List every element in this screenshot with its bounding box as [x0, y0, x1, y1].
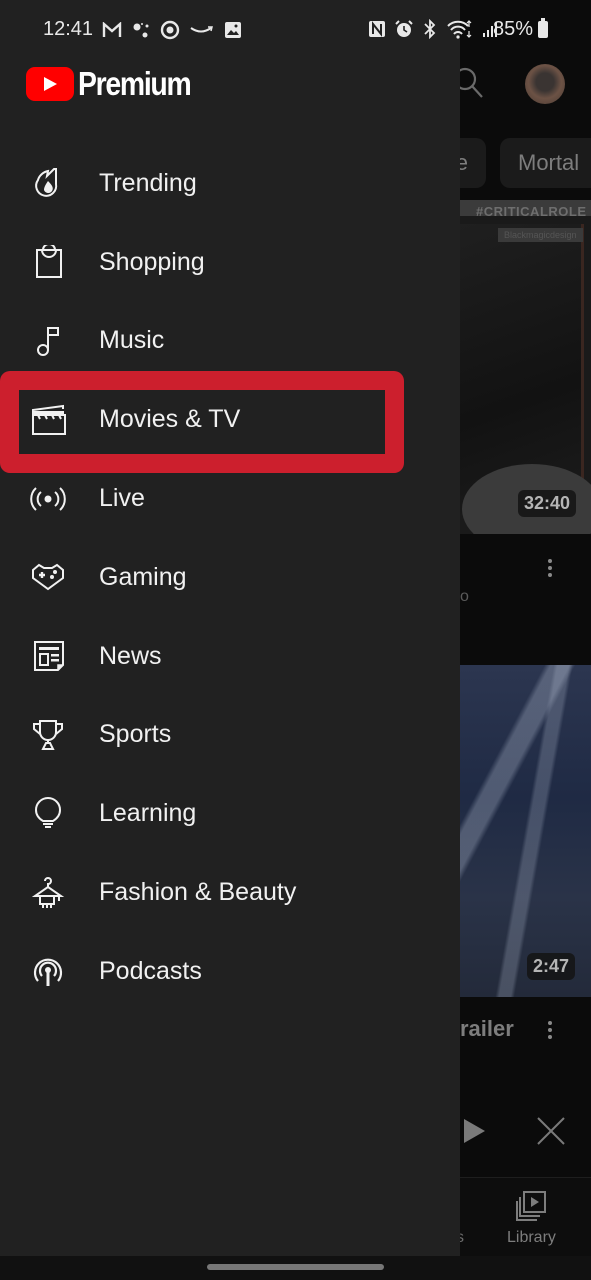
menu-item-shopping[interactable]: Shopping [0, 223, 460, 302]
shopping-bag-icon [30, 245, 66, 279]
menu-item-label: Learning [99, 799, 197, 828]
menu-item-label: News [99, 641, 162, 670]
trending-icon [30, 166, 66, 200]
music-note-icon [30, 324, 66, 358]
nfc-icon [369, 21, 385, 37]
menu-item-label: Movies & TV [99, 405, 241, 434]
gallery-icon [225, 22, 241, 38]
menu-item-label: Trending [99, 168, 197, 197]
bluetooth-icon [424, 19, 436, 39]
youtube-premium-logo[interactable]: Premium [26, 65, 209, 103]
dots-icon [133, 23, 149, 38]
menu-item-learning[interactable]: Learning [0, 774, 460, 853]
more-options-icon[interactable] [548, 559, 552, 580]
gamepad-icon [30, 560, 66, 594]
video-thumbnail[interactable]: #CRITICALROLE Blackmagicdesign [440, 200, 591, 534]
menu-item-news[interactable]: News [0, 617, 460, 696]
lightbulb-icon [30, 796, 66, 831]
bottom-nav: s Library [440, 1177, 591, 1256]
menu-item-movies-tv[interactable]: Movies & TV [0, 380, 460, 459]
mini-player[interactable] [440, 1080, 591, 1175]
nav-item-library[interactable]: Library [507, 1229, 556, 1247]
menu-item-live[interactable]: Live [0, 459, 460, 538]
sponsor-text: Blackmagicdesign [498, 228, 583, 242]
battery-icon [538, 18, 548, 38]
home-gesture-handle[interactable] [207, 1264, 384, 1270]
menu-item-label: Sports [99, 720, 172, 749]
amazon-icon [190, 26, 213, 33]
filter-chip-mortal[interactable]: Mortal [500, 138, 591, 188]
menu-item-gaming[interactable]: Gaming [0, 538, 460, 617]
more-options-icon[interactable] [548, 1021, 552, 1042]
video-thumbnail[interactable] [458, 665, 591, 997]
menu-item-label: Shopping [99, 247, 205, 276]
status-bar: 12:41 85% [0, 0, 591, 58]
video-meta: o [460, 588, 469, 605]
menu-item-music[interactable]: Music [0, 302, 460, 381]
menu-item-label: Gaming [99, 562, 187, 591]
duration-badge: 32:40 [518, 490, 577, 517]
menu-item-podcasts[interactable]: Podcasts [0, 932, 460, 1011]
system-gesture-area [0, 1256, 591, 1280]
menu-item-trending[interactable]: Trending [0, 144, 460, 223]
navigation-drawer: Premium Trending Shopping Music Movies &… [0, 0, 460, 1256]
menu-item-fashion-beauty[interactable]: Fashion & Beauty [0, 853, 460, 932]
menu-item-label: Fashion & Beauty [99, 878, 297, 907]
video-title[interactable]: railer [460, 1016, 514, 1042]
battery-percent: 85% [493, 18, 534, 40]
podcast-icon [30, 954, 66, 988]
alarm-icon [395, 20, 413, 37]
close-icon[interactable] [536, 1116, 566, 1146]
live-broadcast-icon [30, 482, 66, 516]
menu-item-label: Podcasts [99, 956, 202, 985]
library-icon[interactable] [515, 1190, 547, 1222]
hanger-icon [30, 876, 66, 910]
wifi-icon [447, 20, 472, 39]
drawer-menu: Trending Shopping Music Movies & TV Live [0, 144, 460, 1011]
clapperboard-icon [30, 403, 66, 437]
play-icon[interactable] [464, 1119, 485, 1143]
clock: 12:41 [43, 18, 94, 40]
menu-item-label: Live [99, 484, 145, 513]
avatar[interactable] [525, 64, 565, 104]
target-icon [160, 20, 180, 40]
newspaper-icon [30, 639, 66, 673]
video-tag: #CRITICALROLE [476, 204, 587, 219]
trophy-icon [30, 718, 66, 752]
brand-text: Premium [78, 65, 192, 102]
menu-item-label: Music [99, 326, 165, 355]
duration-badge: 2:47 [527, 953, 576, 980]
menu-item-sports[interactable]: Sports [0, 696, 460, 775]
youtube-logo-icon [26, 67, 74, 101]
gmail-icon [102, 22, 122, 37]
